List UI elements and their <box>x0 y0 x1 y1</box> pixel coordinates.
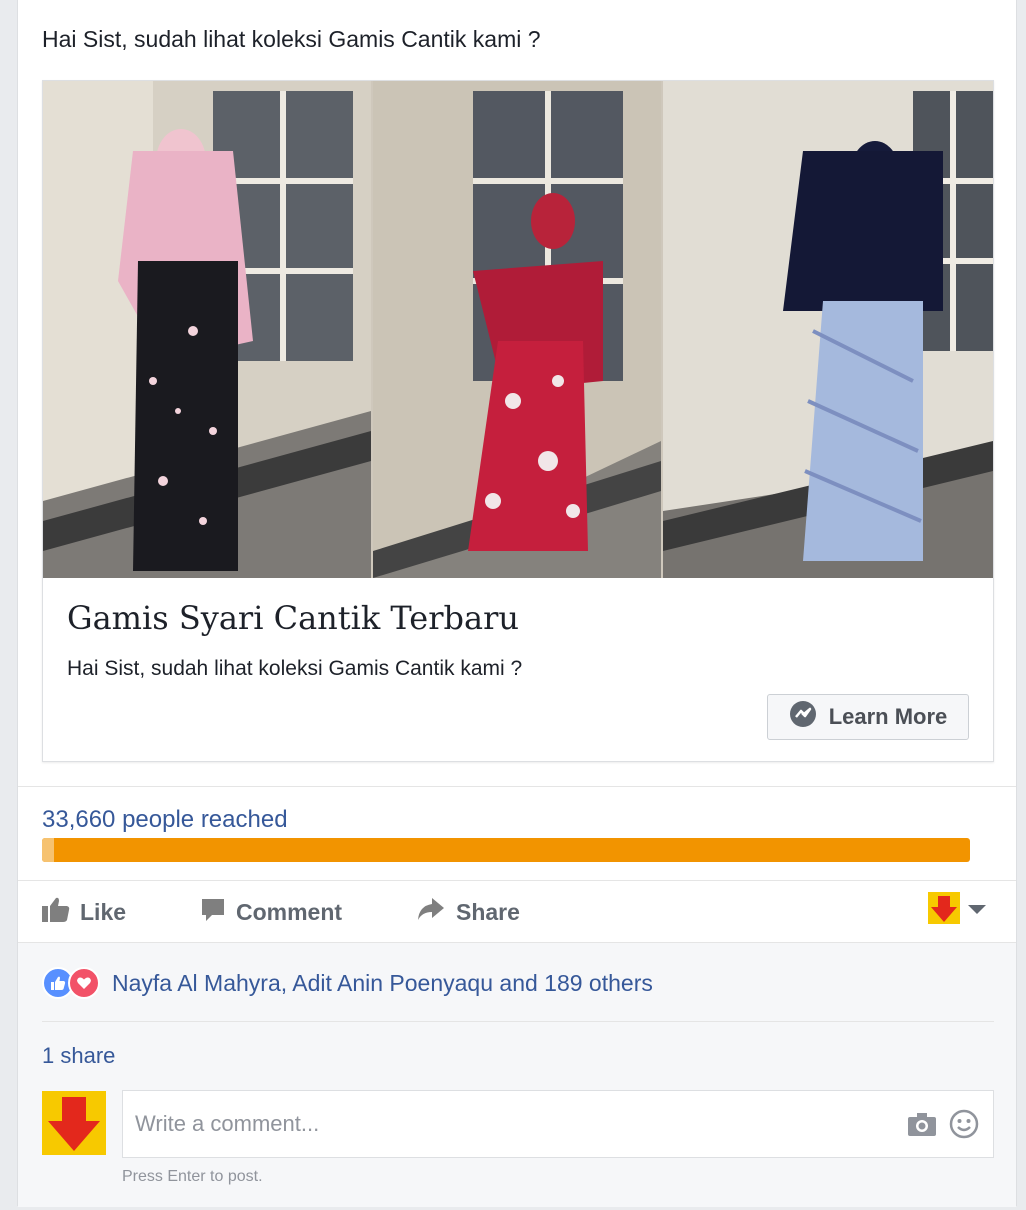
like-button[interactable]: Like <box>42 896 126 928</box>
share-arrow-icon <box>416 896 446 928</box>
emoji-icon[interactable] <box>949 1109 979 1144</box>
messenger-icon <box>789 700 817 734</box>
learn-more-label: Learn More <box>828 704 948 729</box>
action-bar: Like Comment Share <box>18 882 1016 942</box>
reactions-summary[interactable]: Nayfa Al Mahyra, Adit Anin Poenyaqu and … <box>42 967 653 999</box>
product-photo[interactable] <box>43 81 993 578</box>
camera-icon[interactable] <box>907 1111 937 1142</box>
comment-button[interactable]: Comment <box>200 896 342 928</box>
page-avatar-icon <box>928 892 960 929</box>
page-avatar-selector[interactable] <box>928 892 986 929</box>
link-title[interactable]: Gamis Syari Cantik Terbaru <box>67 599 519 637</box>
learn-more-button[interactable]: Learn More <box>767 694 969 740</box>
feedback-section: Nayfa Al Mahyra, Adit Anin Poenyaqu and … <box>18 942 1016 1207</box>
divider <box>18 880 1016 881</box>
press-enter-hint: Press Enter to post. <box>122 1168 263 1185</box>
post-text: Hai Sist, sudah lihat koleksi Gamis Cant… <box>42 26 541 52</box>
like-label: Like <box>80 898 127 925</box>
reach-progress-bar <box>42 838 970 862</box>
comment-label: Comment <box>236 898 343 925</box>
comment-icon <box>200 896 226 928</box>
reach-text[interactable]: 33,660 people reached <box>42 806 288 834</box>
divider <box>18 786 1016 787</box>
love-reaction-icon <box>68 967 100 999</box>
share-label: Share <box>456 898 520 925</box>
comment-placeholder: Write a comment... <box>135 1111 320 1136</box>
user-avatar <box>42 1091 106 1155</box>
thumbs-up-icon <box>42 896 70 928</box>
share-count[interactable]: 1 share <box>42 1043 115 1069</box>
reaction-names[interactable]: Nayfa Al Mahyra, Adit Anin Poenyaqu and … <box>112 970 653 997</box>
comment-input[interactable]: Write a comment... <box>122 1090 994 1158</box>
divider <box>42 1021 994 1022</box>
link-description: Hai Sist, sudah lihat koleksi Gamis Cant… <box>67 657 523 680</box>
share-button[interactable]: Share <box>416 896 520 928</box>
chevron-down-icon <box>968 902 986 920</box>
link-preview[interactable]: Gamis Syari Cantik Terbaru Hai Sist, sud… <box>42 80 994 762</box>
